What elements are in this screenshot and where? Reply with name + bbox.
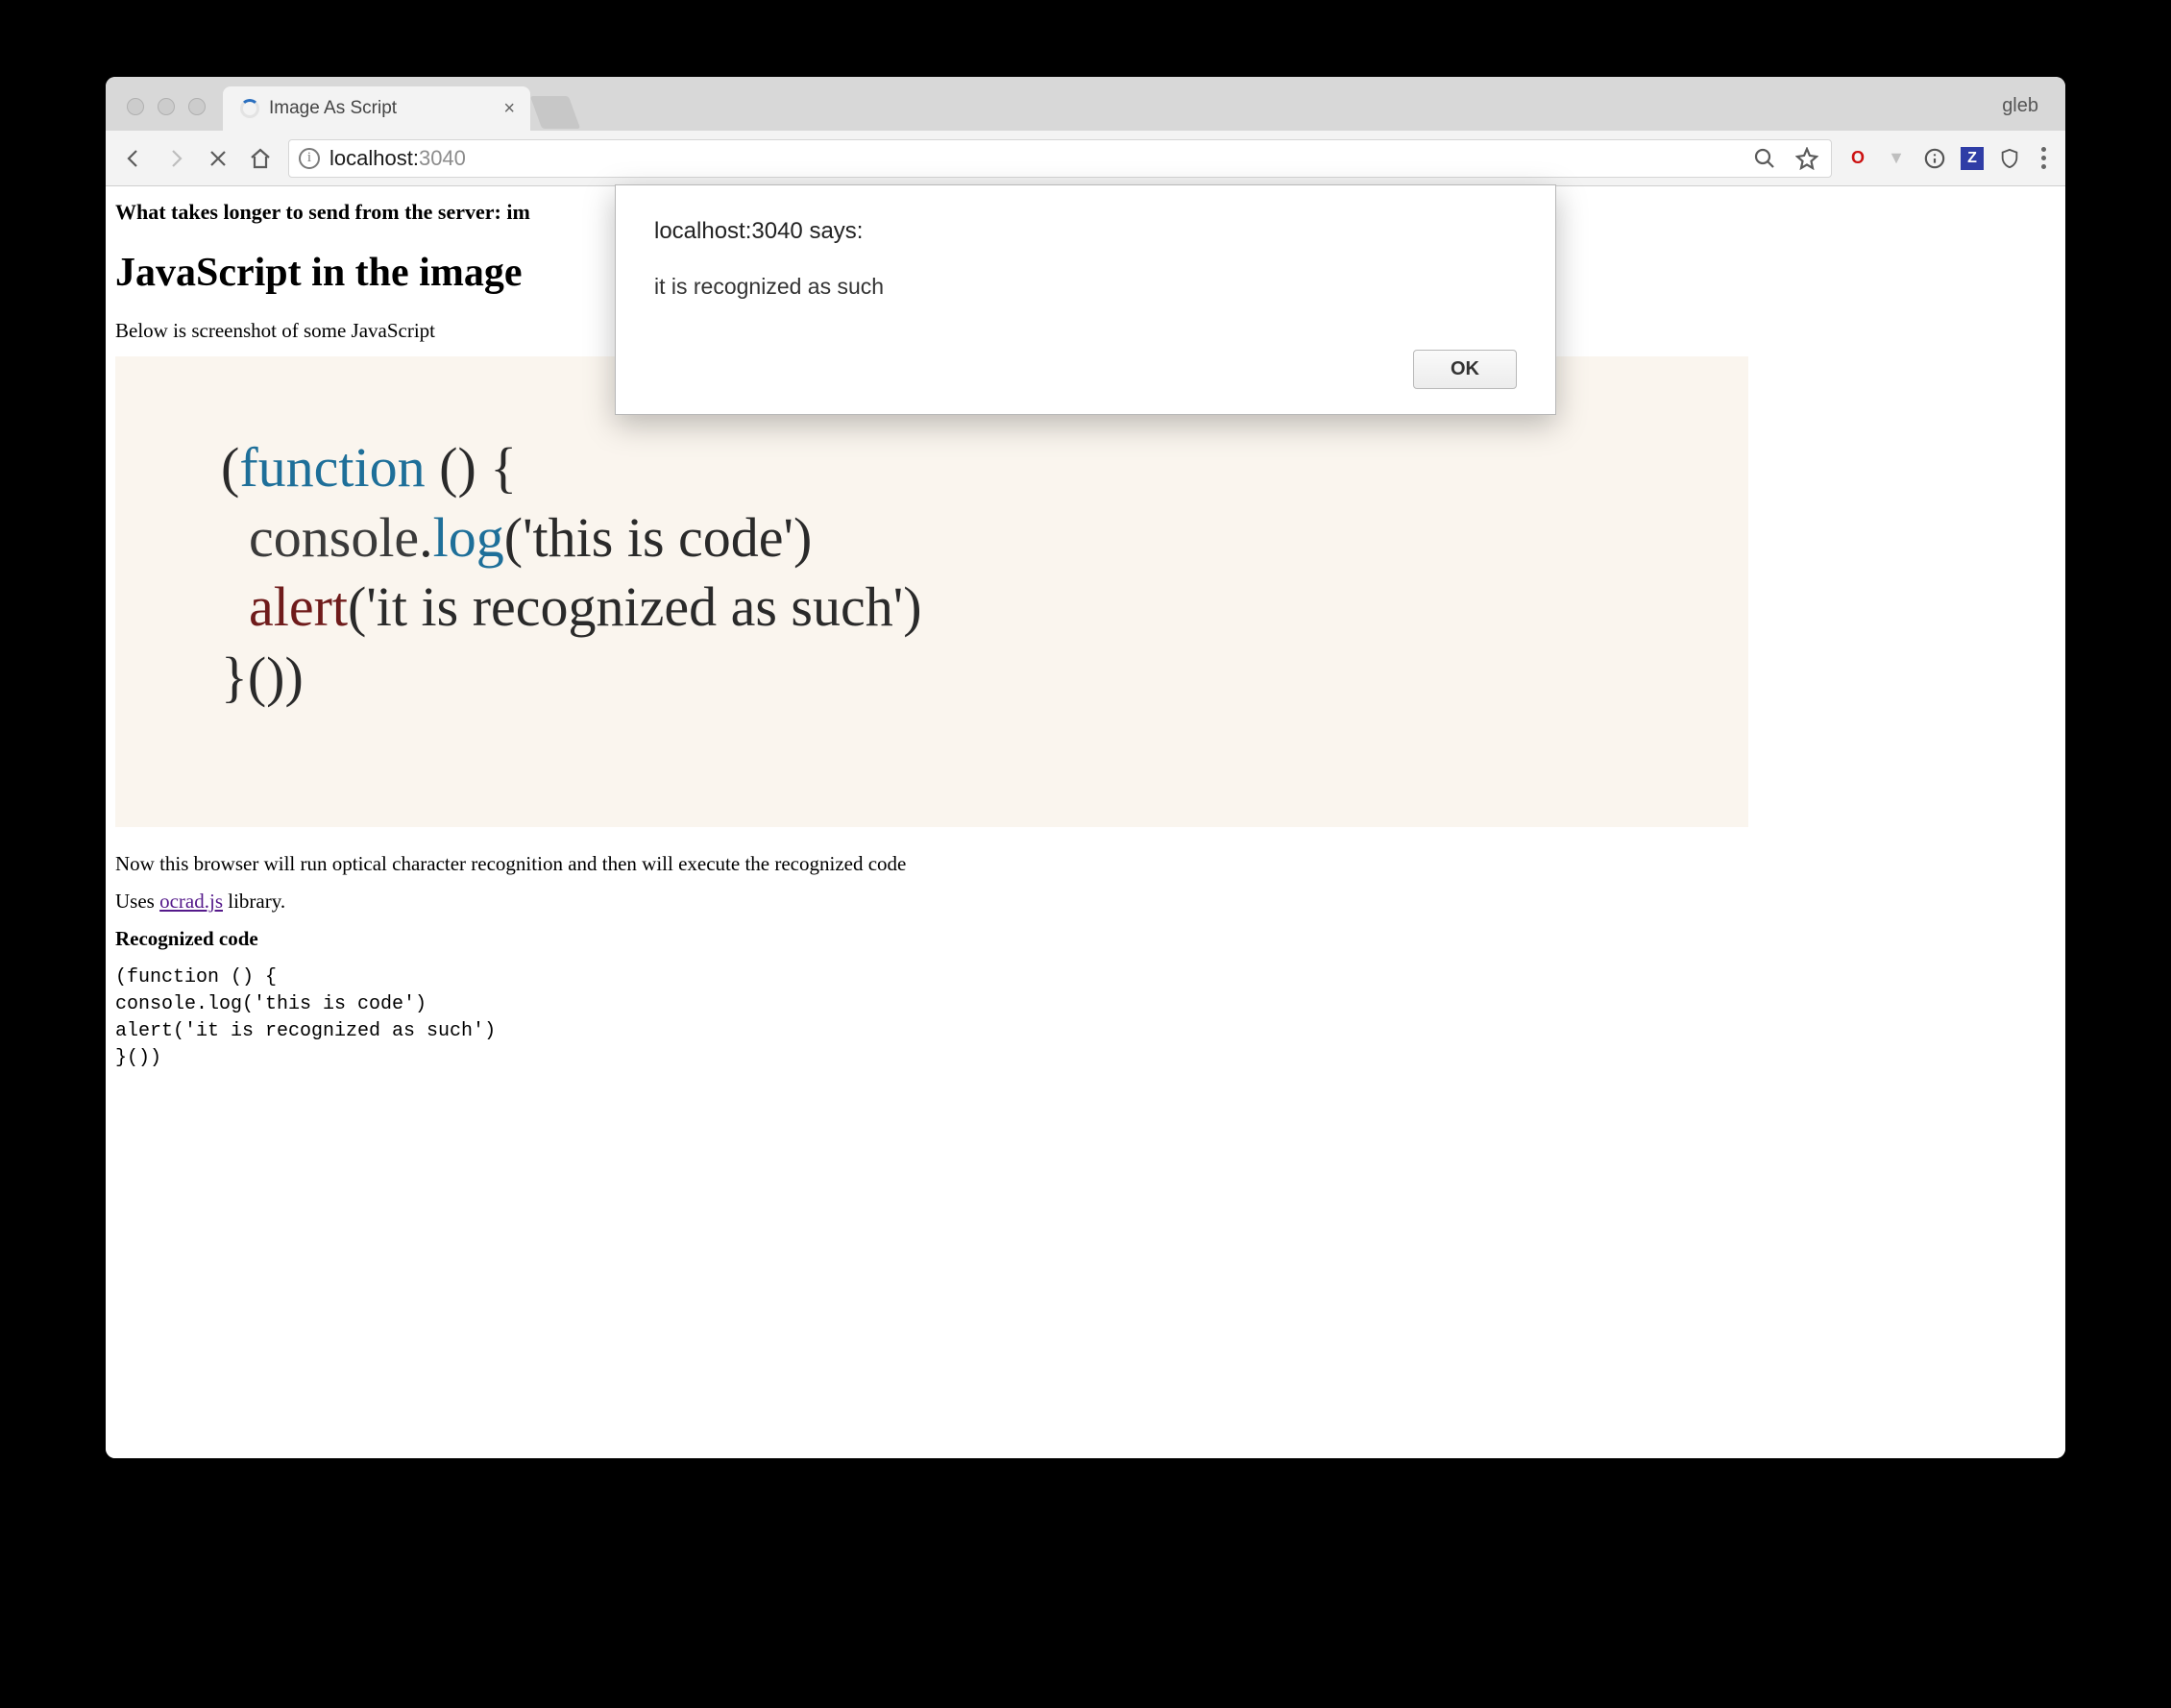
toolbar: i localhost:3040 O ▼ Z <box>106 131 2065 186</box>
alert-origin: localhost:3040 says: <box>654 218 1517 245</box>
bookmark-star-icon[interactable] <box>1793 144 1821 173</box>
alert-ok-button[interactable]: OK <box>1413 350 1517 389</box>
js-alert-dialog: localhost:3040 says: it is recognized as… <box>615 184 1556 415</box>
loading-spinner-icon <box>240 99 259 118</box>
traffic-light-close[interactable] <box>127 98 144 115</box>
window-controls[interactable] <box>115 98 223 131</box>
now-text: Now this browser will run optical charac… <box>115 852 2056 876</box>
stop-button[interactable] <box>204 144 232 173</box>
traffic-light-min[interactable] <box>158 98 175 115</box>
url-host: localhost: <box>329 146 419 170</box>
recognized-header: Recognized code <box>115 927 2056 951</box>
browser-window: Image As Script × gleb i localhost:3040 <box>106 77 2065 1458</box>
forward-button <box>161 144 190 173</box>
browser-tab[interactable]: Image As Script × <box>223 86 530 131</box>
extensions: O ▼ Z <box>1845 146 2022 171</box>
code-screenshot: (function () { console.log('this is code… <box>115 356 1748 827</box>
traffic-light-max[interactable] <box>188 98 206 115</box>
uses-text: Uses ocrad.js library. <box>115 890 2056 914</box>
extension-info-icon[interactable] <box>1922 146 1947 171</box>
site-info-icon[interactable]: i <box>299 148 320 169</box>
tab-strip: Image As Script × gleb <box>106 77 2065 131</box>
url-port: 3040 <box>419 146 466 170</box>
chrome-menu-button[interactable] <box>2036 147 2052 169</box>
tab-close-icon[interactable]: × <box>498 98 521 120</box>
search-in-page-icon[interactable] <box>1750 144 1779 173</box>
code-screenshot-content: (function () { console.log('this is code… <box>221 433 1691 712</box>
new-tab-button[interactable] <box>530 96 580 129</box>
address-bar[interactable]: i localhost:3040 <box>288 139 1832 178</box>
profile-label[interactable]: gleb <box>2002 95 2054 131</box>
back-button[interactable] <box>119 144 148 173</box>
extension-z-icon[interactable]: Z <box>1961 147 1984 170</box>
extension-shield-icon[interactable] <box>1997 146 2022 171</box>
ocrad-link[interactable]: ocrad.js <box>159 890 223 913</box>
extension-opera-icon[interactable]: O <box>1845 146 1870 171</box>
recognized-code: (function () { console.log('this is code… <box>115 964 2056 1072</box>
alert-message: it is recognized as such <box>654 274 1517 300</box>
extension-v-icon[interactable]: ▼ <box>1884 146 1909 171</box>
tab-title: Image As Script <box>269 98 488 119</box>
home-button[interactable] <box>246 144 275 173</box>
